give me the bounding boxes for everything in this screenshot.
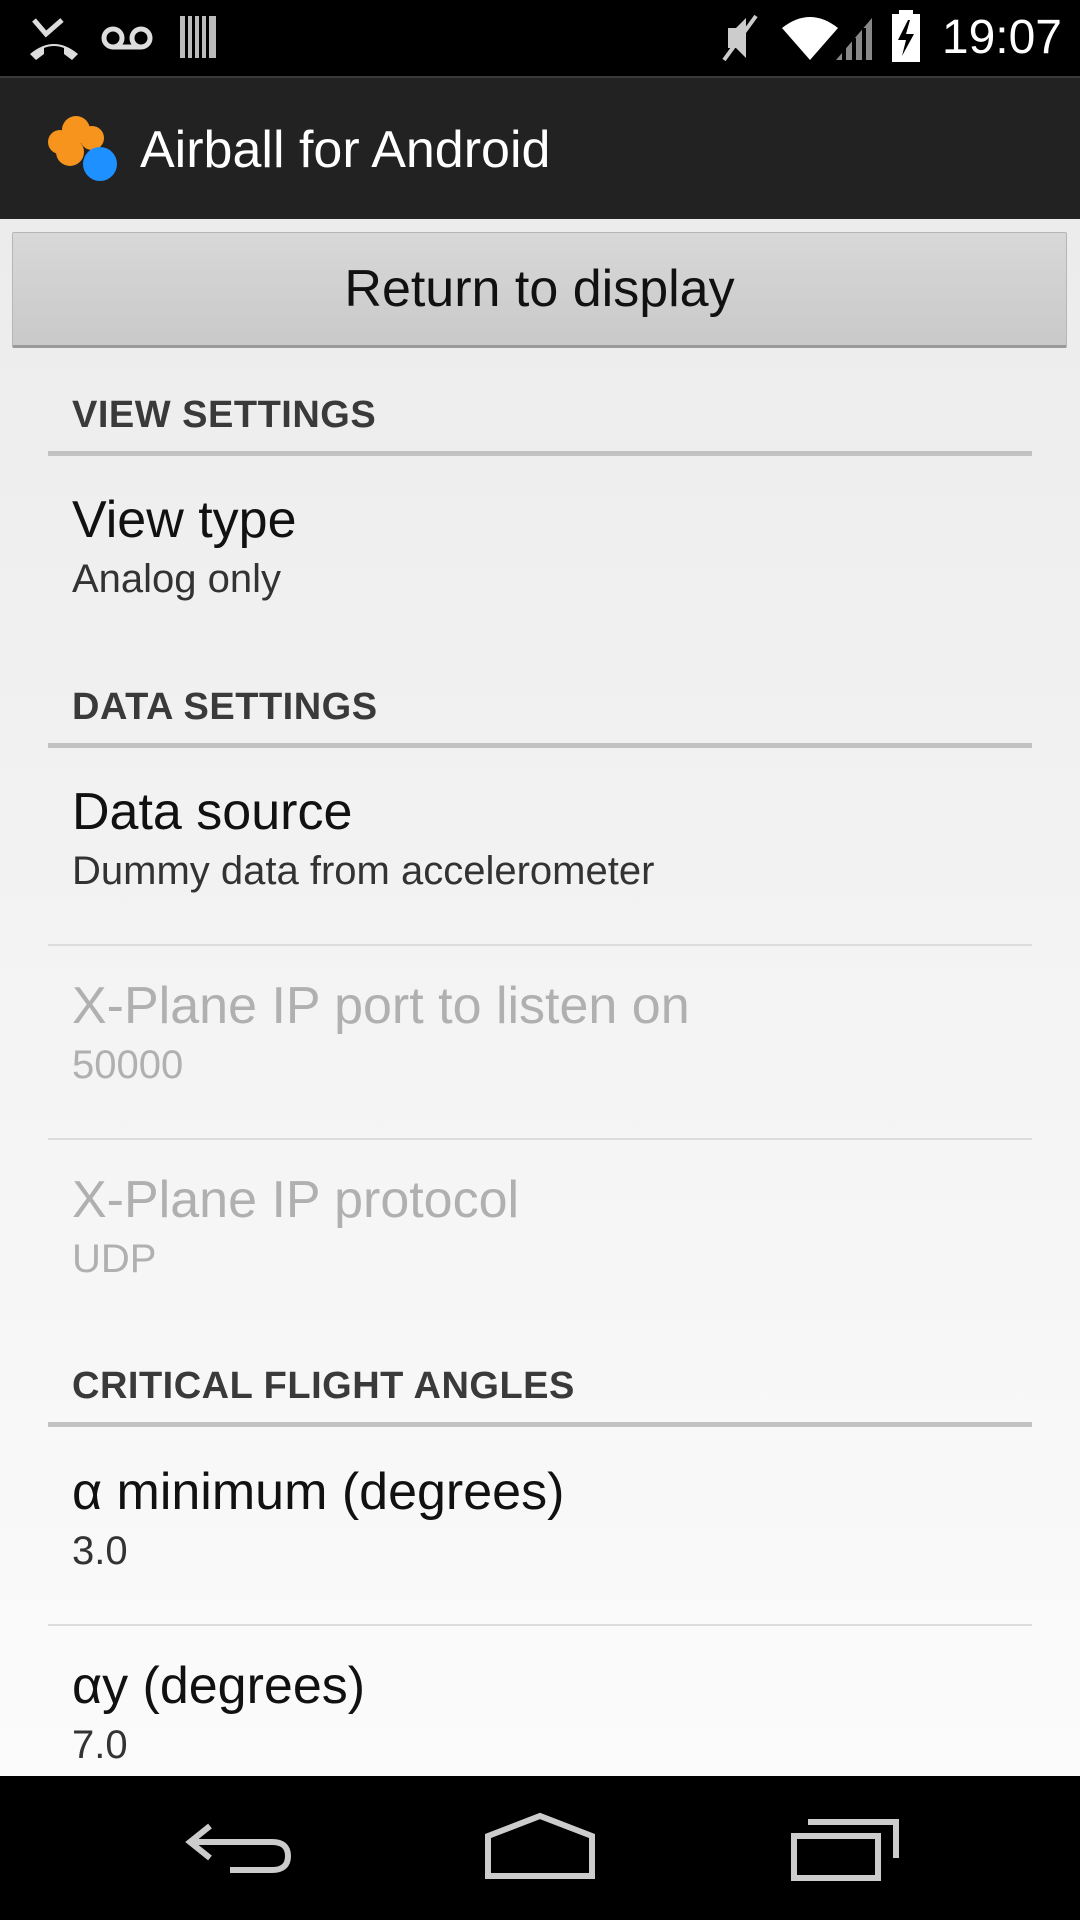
clock: 19:07 bbox=[941, 11, 1062, 64]
settings-list[interactable]: Return to display VIEW SETTINGS View typ… bbox=[0, 219, 1080, 1776]
pref-title: X-Plane IP port to listen on bbox=[72, 977, 690, 1035]
pref-title: αy (degrees) bbox=[72, 1657, 366, 1715]
pref-title: Data source bbox=[72, 783, 353, 841]
category-title: DATA SETTINGS bbox=[72, 686, 378, 728]
pref-title: α minimum (degrees) bbox=[72, 1463, 565, 1521]
category-divider bbox=[48, 1422, 1032, 1427]
pref-title: View type bbox=[72, 491, 297, 549]
category-divider bbox=[48, 451, 1032, 456]
battery-charging-icon bbox=[892, 10, 920, 62]
list-divider bbox=[48, 1624, 1032, 1626]
list-divider bbox=[48, 1138, 1032, 1140]
pref-summary: Analog only bbox=[72, 557, 282, 601]
navigation-bar bbox=[0, 1776, 1080, 1920]
barcode-icon bbox=[180, 16, 216, 58]
signal-icon bbox=[836, 18, 872, 60]
mute-icon bbox=[722, 14, 758, 62]
pref-view-type[interactable]: View type Analog only bbox=[48, 489, 1032, 609]
list-divider bbox=[48, 944, 1032, 946]
pref-summary: Dummy data from accelerometer bbox=[72, 849, 655, 893]
wifi-icon bbox=[782, 17, 838, 60]
pref-xplane-ip-protocol[interactable]: X-Plane IP protocol UDP bbox=[48, 1169, 1032, 1289]
category-divider bbox=[48, 743, 1032, 748]
return-to-display-button[interactable]: Return to display bbox=[12, 232, 1067, 348]
pref-summary: UDP bbox=[72, 1237, 157, 1281]
category-title: VIEW SETTINGS bbox=[72, 394, 377, 436]
voicemail-icon bbox=[101, 26, 153, 50]
missed-call-icon bbox=[30, 18, 78, 60]
category-header-data-settings: DATA SETTINGS bbox=[48, 683, 1032, 748]
recent-apps-icon[interactable] bbox=[786, 1798, 906, 1898]
back-icon[interactable] bbox=[180, 1798, 300, 1898]
status-bar: 19:07 bbox=[0, 0, 1080, 76]
pref-summary: 50000 bbox=[72, 1043, 184, 1087]
pref-alpha-minimum[interactable]: α minimum (degrees) 3.0 bbox=[48, 1461, 1032, 1581]
cloud-logo-icon bbox=[48, 116, 117, 181]
category-header-view-settings: VIEW SETTINGS bbox=[48, 391, 1032, 456]
category-header-critical-flight-angles: CRITICAL FLIGHT ANGLES bbox=[48, 1362, 1032, 1427]
pref-data-source[interactable]: Data source Dummy data from acceleromete… bbox=[48, 781, 1032, 901]
app-title: Airball for Android bbox=[140, 121, 551, 179]
home-icon[interactable] bbox=[480, 1798, 600, 1898]
pref-summary: 3.0 bbox=[72, 1529, 128, 1573]
action-bar: Airball for Android bbox=[0, 76, 1080, 219]
pref-xplane-ip-port[interactable]: X-Plane IP port to listen on 50000 bbox=[48, 975, 1032, 1095]
pref-title: X-Plane IP protocol bbox=[72, 1171, 520, 1229]
pref-summary: 7.0 bbox=[72, 1723, 128, 1767]
category-title: CRITICAL FLIGHT ANGLES bbox=[72, 1365, 575, 1407]
pref-alpha-y[interactable]: αy (degrees) 7.0 bbox=[48, 1655, 1032, 1775]
